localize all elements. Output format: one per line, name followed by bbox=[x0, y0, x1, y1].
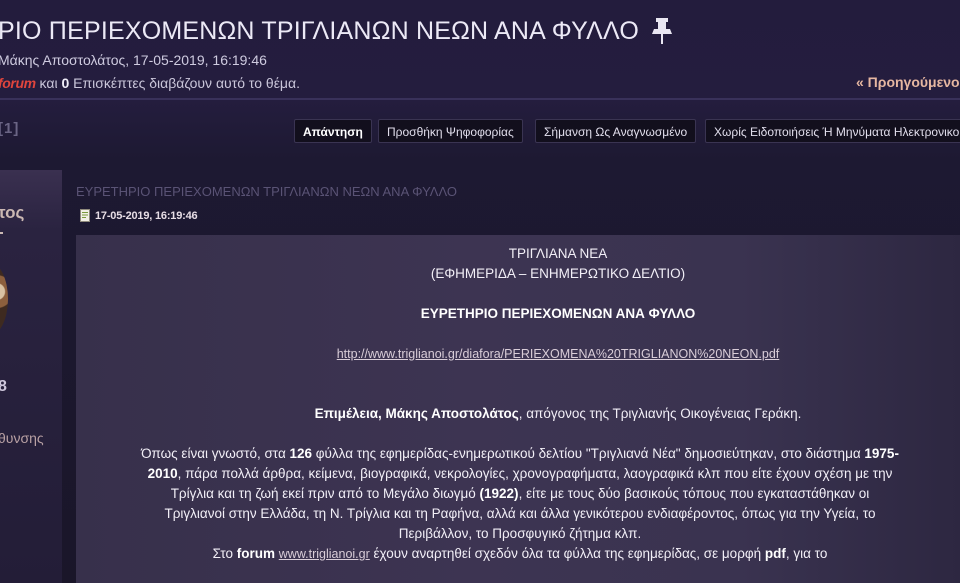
mark-unread-button[interactable]: Σήμανση Ως Αναγνωσμένο bbox=[535, 119, 697, 143]
editor-name: Επιμέλεια, Μάκης Αποστολάτος bbox=[314, 406, 519, 421]
avatar[interactable] bbox=[0, 262, 10, 336]
viewers-info: forum και 0 Επισκέπτες διαβάζουν αυτό το… bbox=[0, 75, 300, 91]
viewer-user-link[interactable]: forum bbox=[0, 75, 36, 91]
poster-profile-panel bbox=[0, 170, 62, 583]
pagination[interactable]: [1] bbox=[0, 120, 19, 137]
last-text-a: Στο bbox=[212, 546, 237, 561]
para-text-b: φύλλα της εφημερίδας-ενημερωτικού δελτίο… bbox=[312, 446, 865, 461]
last-text-b: έχουν αναρτηθεί σχεδόν όλα τα φύλλα της … bbox=[369, 546, 765, 561]
last-text-c: , για το bbox=[785, 546, 828, 561]
editor-line: Επιμέλεια, Μάκης Αποστολάτος, απόγονος τ… bbox=[76, 404, 960, 424]
viewers-and: και bbox=[35, 75, 62, 91]
avatar-image bbox=[0, 262, 8, 336]
pin-icon bbox=[652, 18, 673, 44]
previous-topic-link[interactable]: « Προηγούμενο bbox=[856, 74, 960, 90]
viewers-suffix: Επισκέπτες διαβάζουν αυτό το θέμα. bbox=[69, 75, 300, 91]
post-content: ΤΡΙΓΛΙΑΝΑ ΝΕΑ (ΕΦΗΜΕΡΙΔΑ – ΕΝΗΜΕΡΩΤΙΚΟ Δ… bbox=[76, 244, 960, 564]
poster-location: θυνσης bbox=[0, 430, 44, 446]
notifications-button[interactable]: Χωρίς Ειδοποιήσεις Ή Μηνύματα Ηλεκτρονικ… bbox=[705, 119, 960, 143]
post-subheading: (ΕΦΗΜΕΡΙΔΑ – ΕΝΗΜΕΡΩΤΙΚΟ ΔΕΛΤΙΟ) bbox=[430, 266, 686, 281]
post-body: ΤΡΙΓΛΙΑΝΑ ΝΕΑ (ΕΦΗΜΕΡΙΔΑ – ΕΝΗΜΕΡΩΤΙΚΟ Δ… bbox=[76, 235, 960, 583]
post-heading: ΤΡΙΓΛΙΑΝΑ ΝΕΑ bbox=[508, 246, 608, 261]
issue-count: 126 bbox=[289, 446, 313, 461]
poster-name[interactable]: τος bbox=[0, 203, 24, 223]
poster-title-divider bbox=[0, 232, 3, 234]
post-date-row: 17-05-2019, 16:19:46 bbox=[80, 209, 198, 222]
topic-title: ΡΙΟ ΠΕΡΙΕΧΟΜΕΝΩΝ ΤΡΙΓΛΙΑΝΩΝ ΝΕΩΝ ΑΝΑ ΦΥΛ… bbox=[0, 14, 673, 48]
topic-author-line: Μάκης Αποστολάτος, 17-05-2019, 16:19:46 bbox=[0, 52, 267, 68]
add-poll-button[interactable]: Προσθήκη Ψηφοφορίας bbox=[378, 119, 523, 143]
document-icon bbox=[80, 209, 90, 222]
year: (1922) bbox=[479, 486, 519, 501]
forum-paragraph: Στο forum www.triglianoi.gr έχουν αναρτη… bbox=[140, 544, 900, 564]
index-title: ΕΥΡΕΤΗΡΙΟ ΠΕΡΙΕΧΟΜΕΝΩΝ ΑΝΑ ΦΥΛΛΟ bbox=[420, 306, 696, 321]
para-text-a: Όπως είναι γνωστό, στα bbox=[141, 446, 290, 461]
site-link[interactable]: www.triglianoi.gr bbox=[279, 547, 370, 561]
forum-word: forum bbox=[236, 546, 275, 561]
editor-rest: , απόγονος της Τριγλιανής Οικογένειας Γε… bbox=[518, 406, 802, 421]
pdf-link[interactable]: http://www.triglianoi.gr/diafora/PERIEXO… bbox=[337, 347, 780, 361]
header-divider bbox=[0, 98, 960, 100]
topic-title-text: ΡΙΟ ΠΕΡΙΕΧΟΜΕΝΩΝ ΤΡΙΓΛΙΑΝΩΝ ΝΕΩΝ ΑΝΑ ΦΥΛ… bbox=[0, 16, 640, 45]
post-subject[interactable]: ΕΥΡΕΤΗΡΙΟ ΠΕΡΙΕΧΟΜΕΝΩΝ ΤΡΙΓΛΙΑΝΩΝ ΝΕΩΝ Α… bbox=[76, 184, 457, 199]
pdf-word: pdf bbox=[764, 546, 786, 561]
reply-button[interactable]: Απάντηση bbox=[294, 119, 372, 143]
post-date: 17-05-2019, 16:19:46 bbox=[95, 209, 198, 222]
intro-paragraph: Όπως είναι γνωστό, στα 126 φύλλα της εφη… bbox=[140, 444, 900, 544]
poster-rank: 8 bbox=[0, 378, 7, 395]
